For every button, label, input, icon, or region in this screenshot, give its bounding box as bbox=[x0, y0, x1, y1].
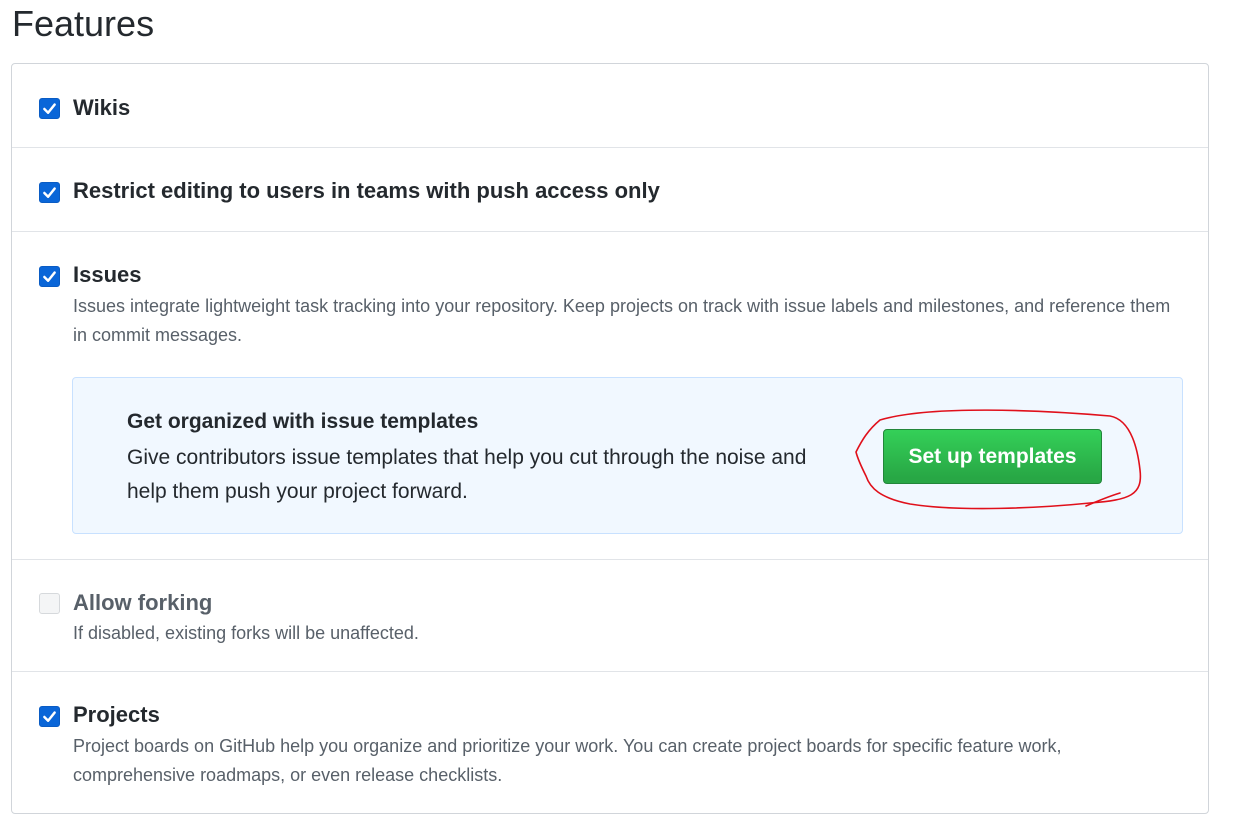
callout-body: Give contributors issue templates that h… bbox=[127, 446, 807, 503]
projects-label[interactable]: Projects bbox=[73, 701, 160, 729]
page-title: Features bbox=[12, 3, 155, 44]
allow-forking-label[interactable]: Allow forking bbox=[73, 589, 212, 617]
projects-description: Project boards on GitHub help you organi… bbox=[73, 736, 1062, 785]
wikis-checkbox[interactable] bbox=[39, 98, 60, 119]
feature-row-projects: Projects Project boards on GitHub help y… bbox=[12, 672, 1208, 813]
feature-row-restrict-editing: Restrict editing to users in teams with … bbox=[12, 148, 1208, 232]
checkmark-icon bbox=[43, 187, 56, 198]
allow-forking-checkbox[interactable] bbox=[39, 593, 60, 614]
feature-row-wikis: Wikis bbox=[12, 64, 1208, 148]
set-up-templates-button[interactable]: Set up templates bbox=[883, 429, 1102, 484]
restrict-editing-label[interactable]: Restrict editing to users in teams with … bbox=[73, 177, 660, 205]
projects-checkbox[interactable] bbox=[39, 706, 60, 727]
restrict-editing-checkbox[interactable] bbox=[39, 182, 60, 203]
issue-templates-callout: Get organized with issue templates Give … bbox=[72, 377, 1183, 534]
checkmark-icon bbox=[43, 103, 56, 114]
issues-checkbox[interactable] bbox=[39, 266, 60, 287]
allow-forking-description: If disabled, existing forks will be unaf… bbox=[73, 623, 419, 643]
features-box: Wikis Restrict editing to users in teams… bbox=[11, 63, 1209, 814]
callout-title: Get organized with issue templates bbox=[127, 410, 479, 433]
feature-row-allow-forking: Allow forking If disabled, existing fork… bbox=[12, 560, 1208, 672]
wikis-label[interactable]: Wikis bbox=[73, 94, 130, 122]
checkmark-icon bbox=[43, 271, 56, 282]
checkmark-icon bbox=[43, 711, 56, 722]
issues-label[interactable]: Issues bbox=[73, 261, 142, 289]
issues-description: Issues integrate lightweight task tracki… bbox=[73, 296, 1171, 345]
